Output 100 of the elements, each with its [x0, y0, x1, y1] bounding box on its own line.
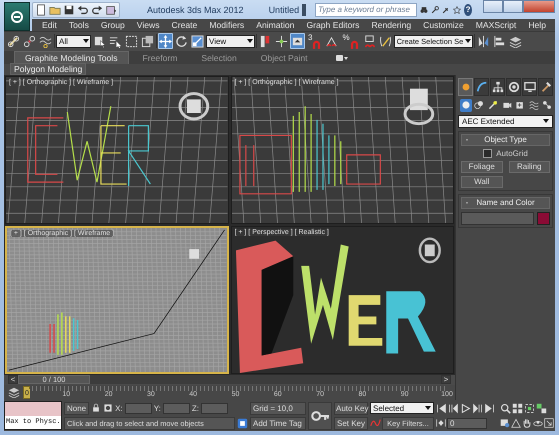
- modify-icon[interactable]: [476, 80, 488, 93]
- category-dropdown[interactable]: AEC Extended: [458, 114, 553, 128]
- key-mode-dropdown[interactable]: Selected: [370, 402, 434, 414]
- wrench-icon[interactable]: [431, 4, 440, 16]
- coordinate-field[interactable]: [162, 402, 190, 414]
- object-button[interactable]: Wall: [461, 176, 502, 188]
- set-key-button[interactable]: Set Key: [334, 416, 368, 430]
- field-of-view-icon[interactable]: [511, 418, 521, 428]
- zoom-extents-icon[interactable]: [524, 402, 535, 414]
- monitor-icon[interactable]: [524, 80, 536, 93]
- helper-icon[interactable]: [515, 100, 526, 110]
- object-button[interactable]: Foliage: [461, 160, 502, 173]
- ribbon-tab[interactable]: Freeform: [132, 52, 188, 64]
- zoom-icon[interactable]: [500, 402, 511, 414]
- dropdown[interactable]: View: [206, 34, 255, 48]
- object-button[interactable]: Railing: [508, 160, 550, 173]
- search-field[interactable]: Type a keyword or phrase: [315, 2, 418, 16]
- unlink-icon[interactable]: [23, 34, 36, 48]
- ribbon-tab[interactable]: Selection: [191, 52, 247, 64]
- app-logo[interactable]: [4, 2, 30, 31]
- maximize-viewport-icon[interactable]: [544, 418, 554, 428]
- shapes-icon[interactable]: [474, 100, 484, 110]
- menu-item[interactable]: Tools: [62, 20, 95, 30]
- camera-icon[interactable]: [502, 100, 512, 110]
- menu-item[interactable]: Customize: [417, 20, 470, 30]
- help-button[interactable]: ?: [464, 4, 472, 16]
- ribbon-tab[interactable]: Object Paint: [250, 52, 318, 64]
- systems-icon[interactable]: [542, 100, 552, 110]
- rectangle-region-icon[interactable]: [125, 34, 138, 48]
- select-by-name-icon[interactable]: [109, 34, 122, 48]
- orbit-icon[interactable]: [533, 418, 543, 428]
- frame-field[interactable]: 0: [447, 418, 487, 428]
- angle-snap-icon[interactable]: [325, 34, 338, 48]
- pan-hand-icon[interactable]: [522, 418, 532, 428]
- redo-icon[interactable]: [91, 4, 103, 16]
- time-config-icon[interactable]: [500, 418, 510, 428]
- project-folder-icon[interactable]: [105, 4, 117, 16]
- spinner-snap-icon[interactable]: [362, 34, 376, 48]
- play-icon[interactable]: [460, 402, 471, 414]
- align-icon[interactable]: [493, 34, 506, 48]
- name-field[interactable]: [461, 212, 534, 225]
- rollout-header[interactable]: - Name and Color: [461, 196, 550, 209]
- time-tag-icon[interactable]: [237, 418, 248, 428]
- autogrid-checkbox[interactable]: [483, 148, 492, 158]
- manipulate-icon[interactable]: [275, 34, 288, 48]
- menu-item[interactable]: Views: [130, 20, 166, 30]
- minimize-button[interactable]: [483, 0, 503, 13]
- zoom-all-icon[interactable]: [512, 402, 523, 414]
- menu-item[interactable]: Modifiers: [203, 20, 250, 30]
- hierarchy-icon[interactable]: [492, 80, 504, 93]
- add-time-tag[interactable]: Add Time Tag: [250, 416, 306, 430]
- color-swatch[interactable]: [537, 212, 550, 225]
- spacewarp-icon[interactable]: [528, 100, 539, 110]
- wave-icon[interactable]: [39, 34, 52, 48]
- link-icon[interactable]: [7, 34, 20, 48]
- layers-icon[interactable]: [509, 34, 522, 48]
- select-object-icon[interactable]: [93, 34, 106, 48]
- menu-item[interactable]: MAXScript: [470, 20, 522, 30]
- snap-toggle[interactable]: %: [340, 33, 361, 50]
- save-icon[interactable]: [63, 4, 75, 16]
- scale-icon[interactable]: [191, 34, 204, 48]
- menu-item[interactable]: Rendering: [365, 20, 418, 30]
- go-to-start-icon[interactable]: [436, 402, 447, 414]
- lock-icon[interactable]: [91, 403, 102, 413]
- zoom-extents-all-icon[interactable]: [536, 402, 547, 414]
- curve-editor-icon[interactable]: [8, 386, 20, 398]
- viewcube-icon[interactable]: [403, 88, 434, 126]
- dropdown[interactable]: All: [56, 34, 91, 48]
- menu-item[interactable]: Help: [522, 20, 552, 30]
- undo-icon[interactable]: [77, 4, 89, 16]
- menu-item[interactable]: Graph Editors: [300, 20, 366, 30]
- key-mode-icon[interactable]: [436, 418, 446, 428]
- menu-item[interactable]: Create: [166, 20, 204, 30]
- next-frame-button[interactable]: >: [441, 375, 451, 384]
- new-file-icon[interactable]: [35, 4, 47, 16]
- rotate-icon[interactable]: [175, 34, 188, 48]
- menu-item[interactable]: Animation: [250, 20, 300, 30]
- maximize-button[interactable]: [503, 0, 523, 13]
- menu-item[interactable]: Group: [94, 20, 131, 30]
- named-selection-icon[interactable]: [378, 34, 392, 48]
- menu-item[interactable]: Edit: [36, 20, 63, 30]
- mirror-icon[interactable]: [477, 34, 490, 48]
- sun-icon[interactable]: [460, 80, 472, 93]
- window-crossing-icon[interactable]: [141, 34, 154, 48]
- previous-frame-button[interactable]: <: [8, 375, 18, 384]
- viewcube-icon[interactable]: [418, 237, 440, 264]
- absolute-mode-icon[interactable]: [103, 403, 114, 413]
- motion-icon[interactable]: [508, 80, 520, 93]
- coordinate-field[interactable]: [200, 402, 228, 414]
- viewcube-icon[interactable]: [178, 92, 210, 120]
- auto-key-button[interactable]: Auto Key: [334, 402, 368, 414]
- previous-frame-icon[interactable]: [448, 402, 459, 414]
- coordinate-field[interactable]: [124, 402, 152, 414]
- move-icon[interactable]: [159, 34, 172, 48]
- pivot-icon[interactable]: [259, 34, 272, 48]
- ribbon-menu-icon[interactable]: [336, 54, 348, 62]
- light-icon[interactable]: [488, 100, 498, 110]
- next-frame-icon[interactable]: [472, 402, 483, 414]
- ribbon-tab[interactable]: Graphite Modeling Tools: [14, 50, 129, 64]
- star-icon[interactable]: [453, 4, 462, 16]
